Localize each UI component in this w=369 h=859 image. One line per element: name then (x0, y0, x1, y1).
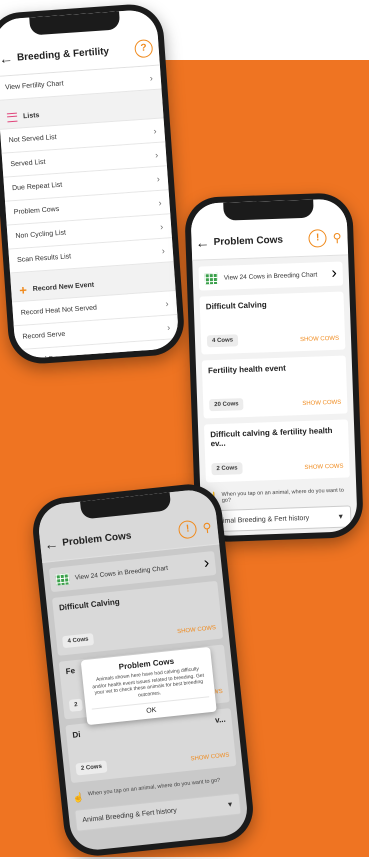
destination-select[interactable]: Animal Breeding & Fert history ▼ (206, 505, 352, 533)
tap-question: ☝ When you tap on an animal, where do yo… (206, 487, 350, 504)
card-title: Fertility health event (207, 363, 286, 376)
chevron-right-icon: › (331, 264, 338, 282)
chevron-right-icon: › (202, 554, 211, 573)
card-fertility-health: Fertility health event 20 Cows SHOW COWS (201, 355, 348, 419)
list-item-label: Non Cycling List (15, 229, 67, 241)
caret-down-icon: ▼ (337, 513, 345, 521)
list-item-label: Scan Results List (16, 253, 72, 264)
page-title: Breeding & Fertility (16, 45, 110, 63)
page-title: Problem Cows (61, 530, 132, 549)
card-title-start: Di (71, 729, 81, 740)
chevron-right-icon: › (165, 298, 169, 309)
show-cows-link[interactable]: SHOW COWS (177, 625, 216, 635)
back-arrow-icon[interactable]: ← (191, 234, 214, 251)
hand-tap-icon: ☝ (72, 791, 85, 803)
help-icon[interactable]: ? (134, 39, 154, 59)
list-item-label: Record Serve (22, 330, 66, 341)
chart-button-label: View 24 Cows in Breeding Chart (223, 270, 318, 282)
phone-breeding-fertility: ← Breeding & Fertility ? View Fertility … (0, 2, 187, 366)
chevron-right-icon: › (154, 149, 159, 160)
chevron-right-icon: › (156, 173, 161, 184)
view-chart-button[interactable]: View 24 Cows in Breeding Chart › (198, 261, 344, 291)
plus-icon: + (18, 281, 28, 298)
chevron-right-icon: › (161, 245, 166, 256)
card-title: Difficult Calving (58, 597, 121, 613)
phone-screen: ← Problem Cows ! ⚲ View 24 Cows in Breed… (190, 198, 358, 537)
show-cows-link[interactable]: SHOW COWS (302, 400, 341, 407)
show-cows-link[interactable]: SHOW COWS (190, 752, 229, 762)
row-label: View Fertility Chart (4, 80, 64, 92)
section-label: Lists (22, 111, 40, 120)
phone-screen: ← Problem Cows ! ⚲ View 24 Cows in Breed… (36, 487, 250, 853)
phone-problem-cows-dialog: ← Problem Cows ! ⚲ View 24 Cows in Breed… (29, 481, 257, 859)
phone-screen: ← Breeding & Fertility ? View Fertility … (0, 8, 180, 360)
card-difficult-calving-fertility: Difficult calving & fertility health ev.… (203, 419, 350, 483)
cow-count-badge: 4 Cows (62, 633, 95, 649)
cow-count-badge: 2 (68, 698, 84, 712)
back-arrow-icon[interactable]: ← (40, 535, 64, 553)
card-difficult-calving: Difficult Calving 4 Cows SHOW COWS (51, 580, 224, 656)
show-cows-link[interactable]: SHOW COWS (304, 464, 343, 471)
search-icon[interactable]: ⚲ (332, 231, 341, 245)
chevron-right-icon: › (149, 72, 154, 83)
chart-button-label: View 24 Cows in Breeding Chart (74, 564, 169, 582)
info-dialog: Problem Cows Animals shown here have had… (80, 646, 217, 726)
chevron-right-icon: › (166, 321, 171, 333)
card-title-end: v... (214, 714, 227, 725)
caret-down-icon: ▼ (226, 800, 234, 809)
search-icon[interactable]: ⚲ (202, 520, 212, 535)
cow-count-badge: 2 Cows (211, 462, 243, 476)
chevron-right-icon: › (153, 125, 157, 136)
info-icon[interactable]: ! (177, 519, 198, 540)
chevron-right-icon: › (159, 221, 164, 232)
cow-count-badge: 4 Cows (206, 334, 239, 348)
section-label: Record New Event (32, 281, 95, 293)
cow-count-badge: 20 Cows (209, 398, 244, 412)
list-item-label: Served List (10, 158, 46, 169)
info-icon[interactable]: ! (308, 229, 328, 248)
list-item-label: Problem Cows (13, 205, 60, 217)
phone-notch (223, 199, 314, 221)
show-cows-link[interactable]: SHOW COWS (300, 336, 339, 343)
list-icon (6, 112, 18, 122)
back-arrow-icon[interactable]: ← (0, 50, 18, 67)
card-title: Difficult Calving (205, 300, 267, 312)
tap-question-text: When you tap on an animal, where do you … (221, 487, 344, 504)
phone-problem-cows: ← Problem Cows ! ⚲ View 24 Cows in Breed… (184, 192, 364, 543)
list-item-label: Not Served List (8, 133, 57, 145)
card-difficult-calving: Difficult Calving 4 Cows SHOW COWS (199, 291, 346, 355)
card-title: Difficult calving & fertility health ev.… (210, 426, 333, 449)
page-title: Problem Cows (213, 234, 284, 248)
list-item-label: Due Repeat List (11, 181, 63, 193)
select-value: Animal Breeding & Fert history (214, 514, 310, 525)
spreadsheet-icon (55, 572, 70, 586)
list-item-label: Record Heat Not Served (20, 304, 98, 317)
chevron-right-icon: › (158, 197, 162, 208)
select-value: Animal Breeding & Fert history (81, 806, 178, 824)
cow-count-badge: 2 Cows (75, 760, 108, 776)
spreadsheet-icon (204, 272, 219, 284)
